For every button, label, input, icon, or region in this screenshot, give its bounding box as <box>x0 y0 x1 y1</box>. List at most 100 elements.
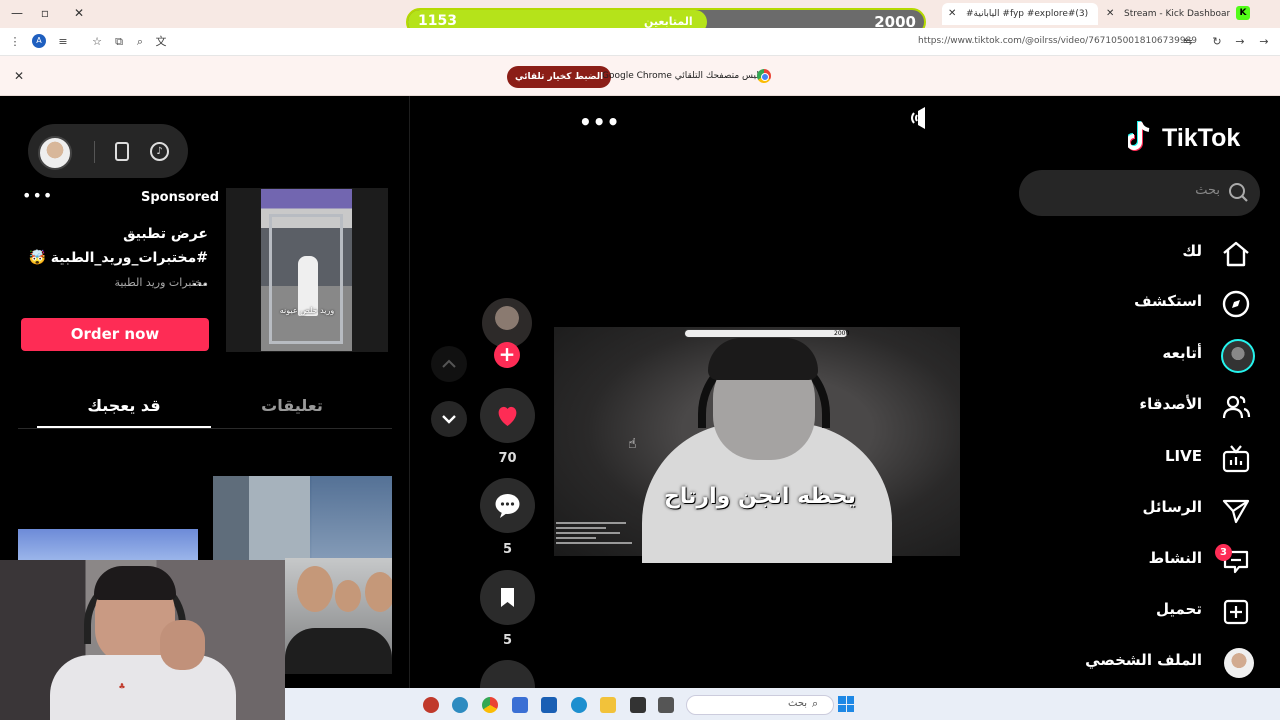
sidebar-item-label: أتابعه <box>1162 344 1202 362</box>
compass-icon <box>1220 288 1252 320</box>
obs-icon[interactable] <box>630 697 646 713</box>
tab-close-icon[interactable]: ✕ <box>948 3 956 25</box>
tiktok-icon[interactable]: ♪ <box>150 142 169 161</box>
streamer-hand <box>160 620 205 670</box>
group-photo <box>285 558 392 674</box>
back-icon[interactable]: → <box>1257 35 1271 49</box>
previous-video-button[interactable] <box>431 346 467 382</box>
tab-close-icon[interactable]: ✕ <box>1106 3 1114 25</box>
following-avatar-icon <box>1221 339 1255 373</box>
sidebar-item-label: الرسائل <box>1142 498 1202 516</box>
taskbar-search-label: بحث <box>788 698 808 709</box>
sidebar-item-friends[interactable]: الأصدقاء <box>1090 387 1260 427</box>
like-button[interactable] <box>480 388 535 443</box>
sidebar-item-explore[interactable]: استكشف <box>1090 284 1260 324</box>
reload-icon[interactable]: ↻ <box>1210 35 1224 49</box>
home-icon <box>1220 238 1252 270</box>
file-explorer-icon[interactable] <box>600 697 616 713</box>
tab-title: #اليابانية #fyp #explore#(3) <box>966 9 1089 19</box>
chrome-icon[interactable] <box>482 697 498 713</box>
tab-you-may-like[interactable]: قد يعجبك <box>37 396 211 415</box>
sidebar-item-label: الملف الشخصي <box>1085 651 1202 669</box>
infobar-message: Google Chrome ليس متصفحك التلقائي. <box>602 71 762 81</box>
shirt-logo: ♣ <box>118 682 126 691</box>
zoom-icon[interactable]: ⌕ <box>133 35 147 49</box>
volume-icon[interactable] <box>908 106 934 130</box>
store-icon[interactable] <box>541 697 557 713</box>
forward-icon[interactable]: → <box>1233 35 1247 49</box>
sidebar-item-for-you[interactable]: لك <box>1090 234 1260 274</box>
heart-icon <box>498 406 517 426</box>
tab-comments[interactable]: تعليقات <box>205 396 379 415</box>
default-browser-infobar: ✕ الضبط كخيار تلقائي Google Chrome ليس م… <box>0 56 1280 96</box>
sidebar-item-live[interactable]: LIVE <box>1090 439 1260 479</box>
upload-plus-icon <box>1220 596 1252 628</box>
sidebar-item-label: LIVE <box>1165 447 1202 465</box>
sidebar-item-label: لك <box>1182 242 1202 260</box>
order-now-button[interactable]: Order now <box>21 318 209 351</box>
search-icon[interactable] <box>1227 182 1249 204</box>
mail-icon[interactable] <box>512 697 528 713</box>
creator-avatar[interactable] <box>482 298 532 348</box>
more-options-icon[interactable]: ••• <box>22 186 53 205</box>
reading-list-icon[interactable]: ≡ <box>56 35 70 49</box>
minimize-window-icon[interactable]: — <box>10 6 24 20</box>
sidebar-item-label: النشاط <box>1148 549 1202 567</box>
video-more-icon[interactable]: ••• <box>579 110 620 134</box>
bookmark-star-icon[interactable]: ☆ <box>90 35 104 49</box>
ad-advertiser[interactable]: مختبرات وريد الطبية <box>20 276 208 289</box>
comment-icon <box>495 494 520 518</box>
live-tv-icon <box>1220 443 1252 475</box>
search-input[interactable] <box>1030 183 1220 198</box>
browser-profile-avatar[interactable]: A <box>32 34 46 48</box>
menu-dots-icon[interactable]: ⋮ <box>8 35 22 49</box>
save-button[interactable] <box>480 570 535 625</box>
restore-window-icon[interactable]: ▫ <box>38 6 52 20</box>
translate-icon[interactable]: 文 <box>154 35 168 49</box>
suggested-video-thumbnail-building <box>310 476 392 560</box>
streamer-hair <box>94 566 176 600</box>
send-icon <box>1220 494 1252 526</box>
sidebar-item-upload[interactable]: تحميل <box>1090 592 1260 632</box>
copilot-icon[interactable] <box>452 697 468 713</box>
url-field[interactable]: https://www.tiktok.com/@oilrss/video/767… <box>918 36 1197 46</box>
chrome-logo-icon <box>757 69 771 83</box>
suggested-video-thumbnail[interactable] <box>18 529 198 561</box>
sponsored-label: Sponsored <box>141 190 220 205</box>
chevron-down-icon <box>442 415 456 424</box>
close-window-icon[interactable]: ✕ <box>72 6 86 20</box>
face <box>297 566 333 612</box>
tiktok-wordmark[interactable]: TikTok <box>1162 124 1240 153</box>
set-default-button[interactable]: الضبط كخيار تلقائي <box>507 66 612 88</box>
face <box>335 580 361 612</box>
sidebar-item-messages[interactable]: الرسائل <box>1090 490 1260 530</box>
streamer-shirt <box>50 655 236 720</box>
comment-button[interactable] <box>480 478 535 533</box>
friends-icon <box>1220 391 1252 423</box>
ad-thumbnail-caption: وريد خلص عيونه <box>279 306 335 315</box>
browser-tab-kick[interactable]: ✕ Stream - Kick Dashboard <box>1100 3 1230 25</box>
browser-tab-tiktok[interactable]: ✕ #اليابانية #fyp #explore#(3) <box>942 3 1098 25</box>
bookmark-icon <box>501 588 514 607</box>
avatar[interactable] <box>38 136 72 170</box>
follow-plus-button[interactable]: + <box>494 342 520 368</box>
extensions-icon[interactable]: ⧉ <box>112 35 126 49</box>
windows-start-icon[interactable] <box>838 696 854 712</box>
terminal-icon[interactable] <box>658 697 674 713</box>
shirts <box>285 628 392 674</box>
sidebar-item-label: تحميل <box>1155 600 1202 618</box>
profile-avatar-icon <box>1224 648 1254 678</box>
notification-badge: 3 <box>1215 544 1232 561</box>
kick-extension-icon[interactable]: K <box>1236 6 1250 20</box>
follower-goal-label: المتابعين <box>644 15 693 28</box>
app-icon[interactable] <box>423 697 439 713</box>
video-person-hair <box>708 338 818 380</box>
site-settings-icon[interactable]: ⇋ <box>1181 35 1195 49</box>
next-video-button[interactable] <box>431 401 467 437</box>
edge-icon[interactable] <box>571 697 587 713</box>
close-icon[interactable]: ✕ <box>14 69 24 83</box>
sidebar-item-activity[interactable]: النشاط <box>1090 541 1260 581</box>
search-icon: ⌕ <box>812 697 819 710</box>
phone-icon[interactable] <box>115 142 129 161</box>
save-count: 5 <box>502 633 513 648</box>
